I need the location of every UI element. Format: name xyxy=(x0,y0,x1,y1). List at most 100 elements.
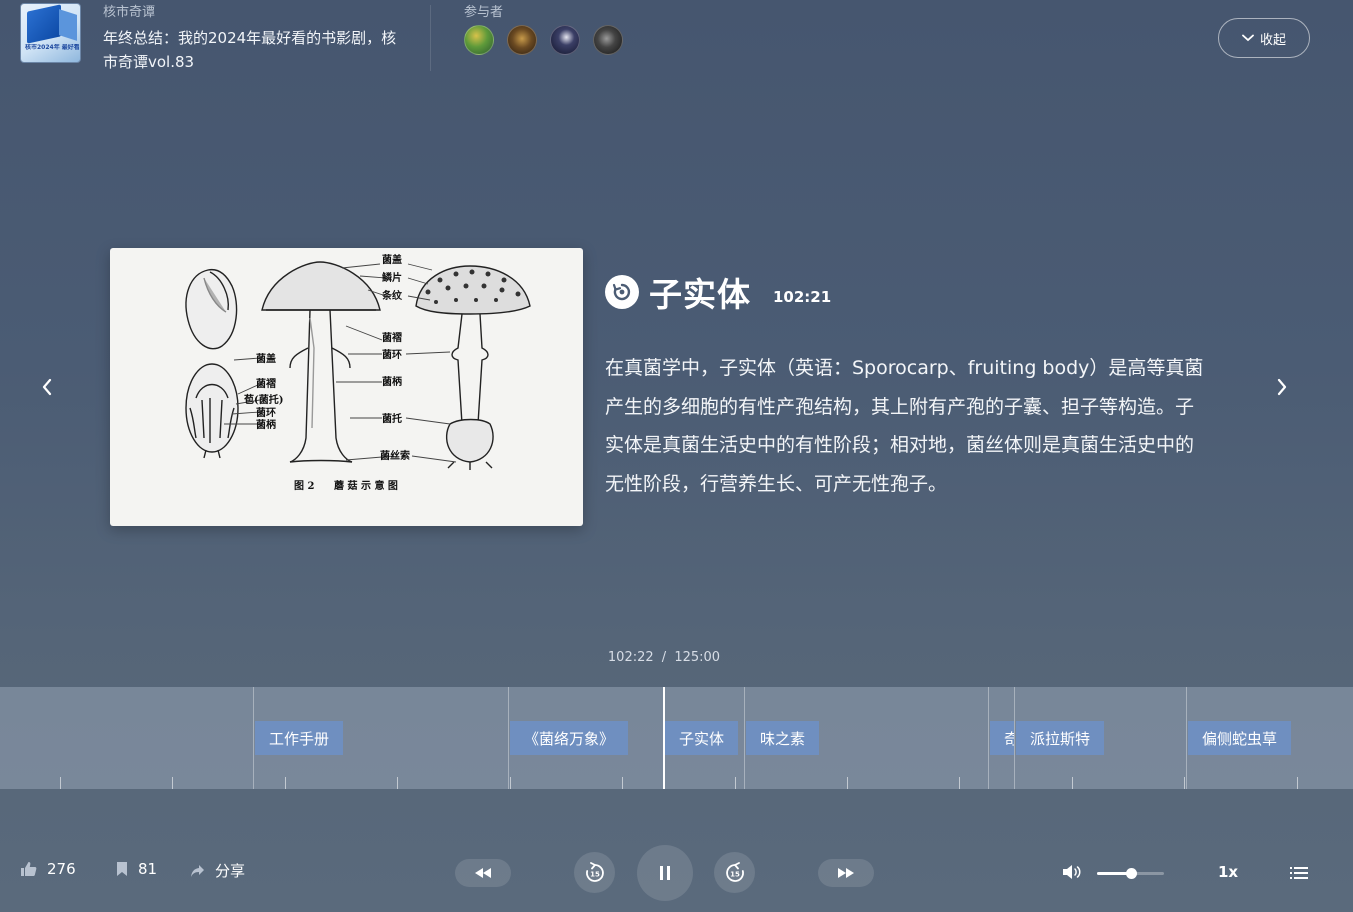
volume-icon xyxy=(1063,865,1081,879)
figure-label-volva: 菌托 xyxy=(382,412,402,425)
share-icon xyxy=(191,864,204,877)
timeline-chapter-current[interactable]: 子实体 xyxy=(665,721,739,755)
current-time: 102:22 xyxy=(607,650,654,665)
playback-speed-button[interactable]: 1x xyxy=(1218,863,1238,881)
playlist-button[interactable] xyxy=(1290,865,1308,884)
figure-label-gills-left: 菌褶 xyxy=(256,377,276,390)
podcast-name[interactable]: 核市奇谭 xyxy=(103,1,155,20)
timeline-tick xyxy=(285,777,286,789)
collapse-button[interactable]: 收起 xyxy=(1218,18,1310,58)
figure-caption-text: 蘑 菇 示 意 图 xyxy=(334,479,398,492)
participant-avatar[interactable] xyxy=(507,25,537,55)
chapter-divider xyxy=(253,687,254,789)
figure-label-scale: 鳞片 xyxy=(382,271,402,284)
rewind-button[interactable] xyxy=(455,859,511,887)
playback-time-readout: 102:22 / 125:00 xyxy=(0,650,1328,665)
cover-box-art xyxy=(27,4,61,44)
figure-label-volva-left: 苞(菌托) xyxy=(244,393,283,406)
replay-chapter-icon[interactable] xyxy=(605,275,639,309)
chapter-timestamp[interactable]: 102:21 xyxy=(773,288,831,306)
forward-15-button[interactable]: 15 xyxy=(714,852,755,893)
timeline-chapter[interactable]: 派拉斯特 xyxy=(1016,721,1105,755)
back-15-button[interactable]: 15 xyxy=(574,852,615,893)
chapter-description: 在真菌学中，子实体（英语：Sporocarp、fruiting body）是高等… xyxy=(605,357,1204,495)
chapter-divider xyxy=(744,687,745,789)
episode-title: 年终总结：我的2024年最好看的书影剧，核市奇谭vol.83 xyxy=(103,29,397,71)
chapter-divider xyxy=(988,687,989,789)
collapse-label: 收起 xyxy=(1259,32,1286,48)
timeline-tick xyxy=(510,777,511,789)
figure-label-stem: 菌柄 xyxy=(382,375,402,388)
figure-label-cap: 菌盖 xyxy=(382,253,402,266)
previous-chapter-button[interactable] xyxy=(32,372,62,402)
chapter-divider xyxy=(1186,687,1187,789)
bookmark-icon xyxy=(117,862,127,876)
figure-label-rhizomorph: 菌丝索 xyxy=(380,449,410,462)
timeline-chapter[interactable]: 味之素 xyxy=(746,721,820,755)
participant-avatar[interactable] xyxy=(464,25,494,55)
participants-label: 参与者 xyxy=(464,5,504,20)
cover-text: 核市2024年 最好看的书影剧 xyxy=(25,44,79,51)
fast-forward-button[interactable] xyxy=(818,859,874,887)
bookmark-button[interactable]: 81 xyxy=(116,860,157,878)
timeline-tick xyxy=(397,777,398,789)
chevron-right-icon xyxy=(1277,378,1287,396)
timeline-tick xyxy=(60,777,61,789)
timeline-chapter[interactable]: 奇 xyxy=(990,721,1014,755)
figure-label-stem-left: 菌柄 xyxy=(256,418,276,431)
chapter-title: 子实体 xyxy=(649,275,751,314)
rewind-15-icon: 15 xyxy=(585,861,604,882)
figure-label-ring-left: 菌环 xyxy=(256,406,276,419)
timeline-tick xyxy=(959,777,960,789)
episode-cover[interactable]: 核市2024年 最好看的书影剧 xyxy=(20,3,81,63)
share-button[interactable]: 分享 xyxy=(190,860,245,881)
playhead[interactable] xyxy=(663,687,665,789)
chapter-timeline[interactable]: 工作手册 《菌络万象》 子实体 味之素 奇 派拉斯特 偏侧蛇虫草 xyxy=(0,687,1353,789)
forward-15-icon: 15 xyxy=(725,861,744,882)
bookmark-count: 81 xyxy=(138,860,158,878)
svg-text:15: 15 xyxy=(590,870,600,878)
timeline-tick xyxy=(735,777,736,789)
figure-label-cap-left: 菌盖 xyxy=(256,352,276,365)
figure-label-striation: 条纹 xyxy=(381,289,403,302)
timeline-tick xyxy=(172,777,173,789)
timeline-chapter[interactable]: 偏侧蛇虫草 xyxy=(1188,721,1292,755)
chapter-heading: 子实体 102:21 xyxy=(605,272,831,314)
chevron-left-icon xyxy=(42,378,52,396)
participant-avatar[interactable] xyxy=(593,25,623,55)
chapter-divider xyxy=(1014,687,1015,789)
next-chapter-button[interactable] xyxy=(1267,372,1297,402)
timeline-tick xyxy=(622,777,623,789)
timeline-tick xyxy=(1072,777,1073,789)
mushroom-diagram: 菌盖 鳞片 条纹 菌褶 菌环 菌柄 菌托 菌丝索 菌盖 菌褶 苞(菌托) 菌环 … xyxy=(185,253,531,492)
player-controls: 276 81 分享 15 15 1x xyxy=(0,840,1353,904)
share-label: 分享 xyxy=(215,862,246,880)
timeline-chapter[interactable]: 《菌络万象》 xyxy=(510,721,629,755)
volume-button[interactable] xyxy=(1062,864,1082,884)
timeline-tick xyxy=(1184,777,1185,789)
figure-label-ring: 菌环 xyxy=(382,348,402,361)
svg-text:15: 15 xyxy=(730,870,740,878)
header-divider xyxy=(430,5,431,71)
playlist-icon xyxy=(1290,867,1308,879)
fast-forward-icon xyxy=(838,868,854,878)
chapter-image[interactable]: 菌盖 鳞片 条纹 菌褶 菌环 菌柄 菌托 菌丝索 菌盖 菌褶 苞(菌托) 菌环 … xyxy=(110,248,583,526)
like-count: 276 xyxy=(47,860,76,878)
rewind-icon xyxy=(475,868,491,878)
pause-icon xyxy=(660,866,670,880)
chapter-divider xyxy=(508,687,509,789)
figure-caption-number: 图 2 xyxy=(294,480,314,492)
thumbs-up-icon xyxy=(21,862,37,876)
cover-box-side xyxy=(59,9,77,41)
participant-avatar[interactable] xyxy=(550,25,580,55)
like-button[interactable]: 276 xyxy=(20,860,76,878)
chevron-down-icon xyxy=(1242,34,1254,42)
volume-slider[interactable] xyxy=(1097,868,1164,879)
timeline-tick xyxy=(1297,777,1298,789)
pause-button[interactable] xyxy=(637,845,693,901)
volume-knob[interactable] xyxy=(1125,868,1137,879)
figure-label-gills: 菌褶 xyxy=(382,331,402,344)
total-time: 125:00 xyxy=(674,650,721,665)
timeline-chapter[interactable]: 工作手册 xyxy=(255,721,344,755)
timeline-tick xyxy=(847,777,848,789)
